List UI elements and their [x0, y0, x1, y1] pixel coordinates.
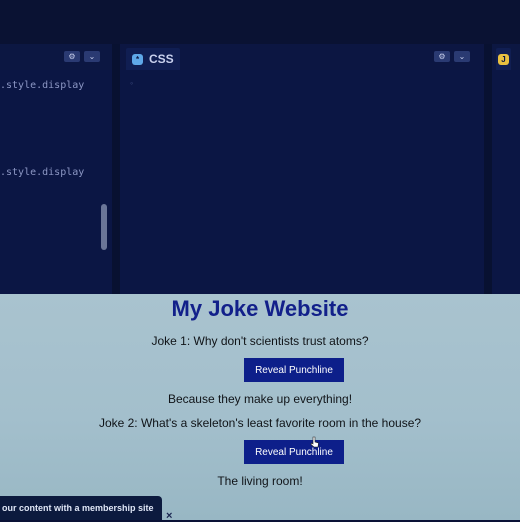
gear-icon[interactable]: ⚙ [434, 51, 450, 62]
joke-punchline: The living room! [217, 474, 303, 488]
right-code-area[interactable] [492, 70, 520, 294]
tab-js[interactable]: J [496, 48, 511, 70]
editor-area: ⚙ ⌄ .style.display .style.display * CSS … [0, 44, 520, 294]
chevron-down-icon[interactable]: ⌄ [454, 51, 470, 62]
js-code-area[interactable]: .style.display .style.display [0, 70, 112, 294]
css-editor-pane: * CSS ⚙ ⌄ ◦ [120, 44, 484, 294]
js-badge-icon: J [498, 53, 509, 65]
js-editor-pane: ⚙ ⌄ .style.display .style.display [0, 44, 112, 294]
js-editor-pane-right: J [492, 44, 520, 294]
line-marker: ◦ [130, 78, 134, 88]
tab-css[interactable]: * CSS [126, 48, 180, 70]
close-icon[interactable]: × [166, 510, 172, 522]
css-badge-icon: * [132, 53, 143, 65]
toast-text: our content with a membership site [2, 503, 154, 513]
top-bar [0, 0, 520, 44]
css-code-area[interactable]: ◦ [120, 70, 484, 294]
joke-punchline: Because they make up everything! [167, 392, 353, 406]
css-pane-header: * CSS ⚙ ⌄ [120, 44, 484, 70]
preview-panel: My Joke Website Joke 1: Why don't scient… [0, 294, 520, 520]
tab-css-label: CSS [149, 52, 174, 66]
joke-question: Joke 2: What's a skeleton's least favori… [98, 416, 422, 430]
code-line: .style.display [0, 167, 85, 178]
right-pane-header: J [492, 44, 520, 70]
membership-toast[interactable]: our content with a membership site [0, 496, 162, 520]
reveal-punchline-button[interactable]: Reveal Punchline [244, 440, 344, 464]
reveal-punchline-button[interactable]: Reveal Punchline [244, 358, 344, 382]
mouse-cursor-icon [310, 436, 319, 448]
gear-icon[interactable]: ⚙ [64, 51, 80, 62]
chevron-down-icon[interactable]: ⌄ [84, 51, 100, 62]
js-scrollbar[interactable] [101, 204, 107, 250]
code-line: .style.display [0, 80, 85, 91]
joke-question: Joke 1: Why don't scientists trust atoms… [151, 334, 369, 348]
page-title: My Joke Website [171, 296, 349, 321]
js-pane-header: ⚙ ⌄ [0, 44, 112, 70]
